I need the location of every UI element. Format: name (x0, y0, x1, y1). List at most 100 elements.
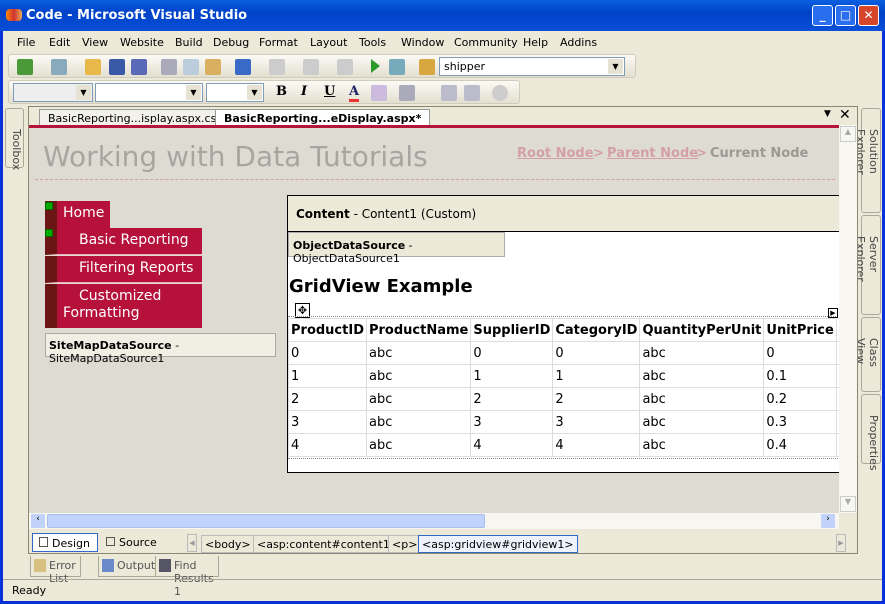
tab-document[interactable]: BasicReporting...eDisplay.aspx* (215, 109, 431, 126)
bullets-icon[interactable] (441, 85, 457, 101)
save-all-icon[interactable] (131, 59, 147, 75)
column-header[interactable]: QuantityPerUnit (639, 318, 765, 342)
menu-debug[interactable]: Debug (213, 36, 249, 49)
underline-button[interactable]: U (324, 84, 335, 99)
horizontal-scrollbar[interactable]: ‹ › (29, 513, 839, 529)
menu-view[interactable]: View (82, 36, 108, 49)
close-button[interactable]: ✕ (858, 5, 879, 26)
new-project-icon[interactable] (17, 59, 33, 75)
find-combo[interactable]: shipper ▼ (439, 57, 625, 76)
column-header[interactable]: CategoryID (552, 318, 641, 342)
font-size-combo[interactable]: ▼ (206, 83, 264, 102)
table-cell: abc (639, 364, 765, 388)
hyperlink-icon[interactable] (492, 85, 508, 101)
smart-tag-icon[interactable] (45, 229, 53, 237)
nav-customized-formatting[interactable]: Customized Formatting (45, 284, 202, 328)
menu-layout[interactable]: Layout (310, 36, 347, 49)
align-icon[interactable] (399, 85, 415, 101)
breadcrumb-root[interactable]: Root Node (517, 146, 594, 161)
browse-icon[interactable] (389, 59, 405, 75)
column-header[interactable]: SupplierID (470, 318, 554, 342)
column-header[interactable]: ProductName (365, 318, 472, 342)
column-header[interactable]: ProductID (288, 318, 367, 342)
font-color-button[interactable]: A (349, 84, 360, 102)
close-document-icon[interactable]: ✕ (839, 107, 851, 123)
nav-filtering-reports[interactable]: Filtering Reports (45, 256, 202, 283)
menu-build[interactable]: Build (175, 36, 203, 49)
cut-icon[interactable] (161, 59, 177, 75)
chevron-down-icon[interactable]: ▼ (608, 59, 623, 74)
menu-edit[interactable]: Edit (49, 36, 70, 49)
tag-scroll-left-icon[interactable]: ◀ (187, 534, 197, 552)
smart-tag-arrow-icon[interactable]: ▶ (828, 308, 838, 318)
chevron-down-icon: ▼ (247, 85, 262, 100)
navigate-backward-icon[interactable] (303, 59, 319, 75)
nav-home[interactable]: Home (45, 201, 110, 228)
window-list-icon[interactable]: ▼ (824, 109, 831, 119)
breadcrumb-parent[interactable]: Parent Node (607, 146, 698, 161)
tool-tab-output[interactable]: Output (98, 556, 161, 577)
content-placeholder[interactable]: Content - Content1 (Custom) ObjectDataSo… (287, 195, 839, 473)
sitemap-datasource-control[interactable]: SiteMapDataSource - SiteMapDataSource1 (45, 333, 276, 365)
tag-path-item[interactable]: <asp:content#content1> (253, 535, 404, 553)
tool-tab-find-results-1[interactable]: Find Results 1 (155, 556, 219, 598)
save-icon[interactable] (109, 59, 125, 75)
tag-path-item[interactable]: <p> (388, 535, 422, 553)
tool-tab-error-list[interactable]: Error List (30, 556, 81, 585)
menu-file[interactable]: File (17, 36, 35, 49)
tab-server-explorer[interactable]: Server Explorer (854, 215, 881, 315)
breadcrumb-current: Current Node (710, 146, 809, 161)
tag-path-item[interactable]: <asp:gridview#gridview1> (418, 535, 578, 553)
menu-community[interactable]: Community (454, 36, 518, 49)
scroll-thumb[interactable] (47, 514, 485, 528)
font-name-combo[interactable]: ▼ (95, 83, 203, 102)
object-datasource-control[interactable]: ObjectDataSource - ObjectDataSource1 (288, 232, 505, 265)
vertical-scrollbar[interactable]: ▲ ▼ (839, 125, 857, 513)
menu-window[interactable]: Window (401, 36, 444, 49)
find-in-files-icon[interactable] (419, 59, 435, 75)
menu-help[interactable]: Help (523, 36, 548, 49)
tab-properties[interactable]: Properties (861, 394, 881, 471)
chevron-down-icon: ▼ (76, 85, 91, 100)
vs-logo-icon (6, 9, 22, 21)
numbering-icon[interactable] (464, 85, 480, 101)
redo-icon[interactable] (269, 59, 285, 75)
column-header[interactable]: UnitPrice (763, 318, 837, 342)
tag-scroll-right-icon[interactable]: ▶ (836, 534, 846, 552)
toolbox-tab[interactable]: Toolbox (5, 108, 24, 170)
menu-format[interactable]: Format (259, 36, 298, 49)
design-view-tab[interactable]: Design (32, 533, 98, 552)
copy-icon[interactable] (183, 59, 199, 75)
highlight-icon[interactable] (371, 85, 387, 101)
tag-path-item[interactable]: <body> (201, 535, 255, 553)
gridview[interactable]: ProductID ProductName SupplierID CategoryID… (288, 318, 839, 457)
open-icon[interactable] (85, 59, 101, 75)
scroll-down-icon[interactable]: ▼ (840, 496, 856, 512)
scroll-left-icon[interactable]: ‹ (31, 514, 45, 528)
add-item-icon[interactable] (51, 59, 67, 75)
tool-tab-label: Output (117, 559, 156, 572)
italic-button[interactable]: I (301, 84, 307, 99)
source-view-tab[interactable]: Source (102, 533, 161, 552)
table-cell: 4 (470, 433, 554, 457)
navigate-forward-icon[interactable] (337, 59, 353, 75)
paste-icon[interactable] (205, 59, 221, 75)
design-surface[interactable]: Working with Data Tutorials Root Node > … (29, 125, 839, 513)
tab-class-view[interactable]: Class View (854, 317, 881, 392)
nav-basic-reporting[interactable]: Basic Reporting (45, 228, 202, 255)
menu-tools[interactable]: Tools (359, 36, 386, 49)
smart-tag-icon[interactable] (45, 202, 53, 210)
block-format-combo[interactable]: ▼ (13, 83, 93, 102)
scroll-up-icon[interactable]: ▲ (840, 126, 856, 142)
tab-solution-explorer[interactable]: Solution Explorer (854, 108, 881, 213)
undo-icon[interactable] (235, 59, 251, 75)
bold-button[interactable]: B (276, 84, 287, 99)
minimize-button[interactable]: _ (812, 5, 833, 26)
menu-website[interactable]: Website (120, 36, 164, 49)
tab-document[interactable]: BasicReporting...isplay.aspx.cs (39, 109, 226, 126)
maximize-button[interactable]: □ (835, 5, 856, 26)
scroll-right-icon[interactable]: › (821, 514, 835, 528)
table-cell: 0 (470, 341, 554, 365)
menu-addins[interactable]: Addins (560, 36, 597, 49)
start-debugging-icon[interactable] (371, 59, 380, 73)
